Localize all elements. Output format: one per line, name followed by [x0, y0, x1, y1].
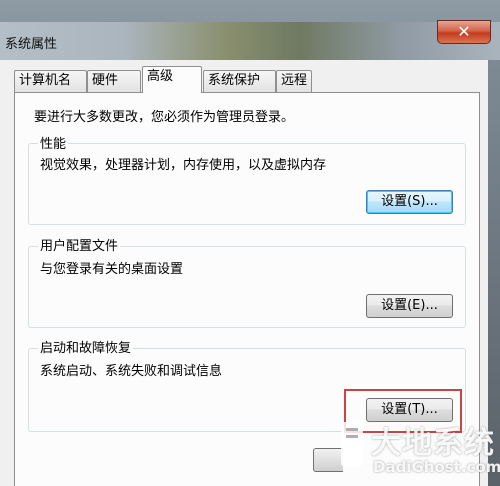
group-label-user-profiles: 用户配置文件 [38, 235, 121, 254]
group-label-performance: 性能 [38, 133, 69, 152]
tab-remote[interactable]: 远程 [276, 70, 312, 92]
group-description-startup-recovery: 系统启动、系统失败和调试信息 [40, 364, 223, 379]
admin-notice: 要进行大多数更改，您必须作为管理员登录。 [34, 110, 295, 125]
window-title: 系统属性 [5, 37, 58, 52]
tab-computer-name[interactable]: 计算机名 [14, 70, 87, 92]
watermark: 大地系统 DadiGhost.com [335, 418, 500, 486]
performance-settings-button[interactable]: 设置(S)... [366, 190, 453, 214]
close-icon: ✕ [457, 22, 471, 41]
watermark-subtitle: DadiGhost.com [373, 458, 500, 476]
tab-advanced[interactable]: 高级 [142, 66, 202, 93]
close-button[interactable]: ✕ [437, 20, 491, 44]
group-label-startup-recovery: 启动和故障恢复 [38, 337, 134, 356]
title-bar[interactable] [0, 22, 500, 62]
group-description-user-profiles: 与您登录有关的桌面设置 [40, 262, 184, 277]
user-profiles-settings-button[interactable]: 设置(E)... [366, 294, 453, 318]
tab-system-protection[interactable]: 系统保护 [203, 70, 276, 92]
tab-hardware[interactable]: 硬件 [87, 70, 141, 92]
watermark-title: 大地系统 [371, 426, 495, 461]
watermark-logo [341, 422, 363, 466]
group-description-performance: 视觉效果，处理器计划，内存使用，以及虚拟内存 [40, 158, 327, 173]
